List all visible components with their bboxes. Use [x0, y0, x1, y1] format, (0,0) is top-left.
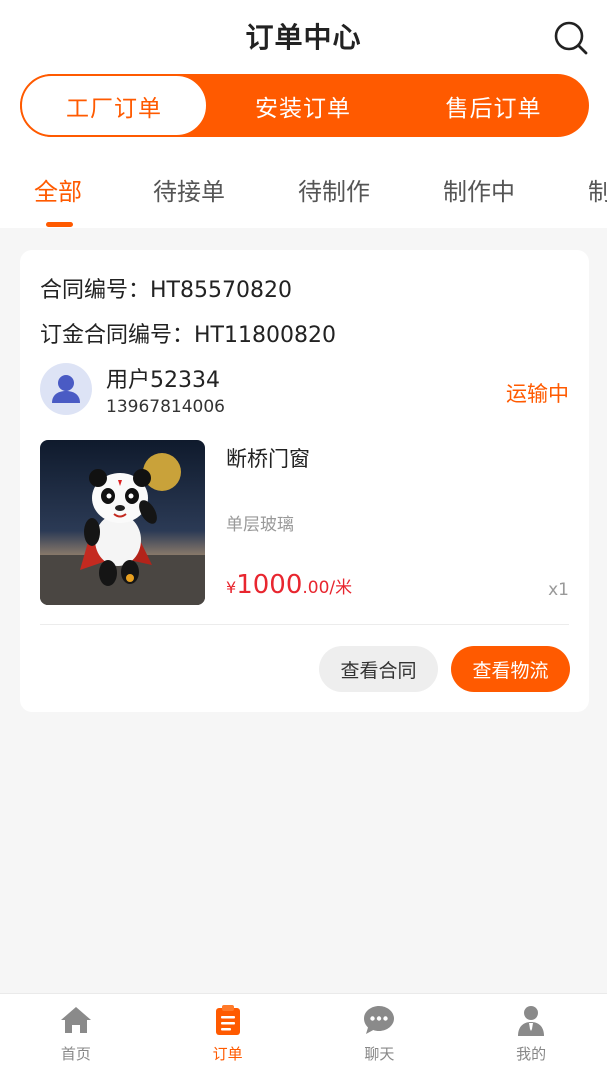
- user-avatar-icon: [52, 375, 80, 403]
- search-icon[interactable]: [553, 20, 589, 56]
- view-contract-button[interactable]: 查看合同: [319, 646, 438, 692]
- product-spec: 单层玻璃: [226, 515, 294, 535]
- tab-next-partial[interactable]: 制: [588, 172, 607, 207]
- tab-all[interactable]: 全部: [34, 172, 82, 207]
- nav-profile-label: 我的: [516, 1045, 547, 1063]
- card-divider: [40, 624, 569, 625]
- nav-chat-label: 聊天: [364, 1045, 395, 1063]
- price-integer: 1000: [236, 570, 303, 600]
- contract-number: 合同编号：HT85570820: [40, 278, 292, 303]
- product-name: 断桥门窗: [226, 447, 310, 471]
- avatar: [40, 363, 92, 415]
- page-title: 订单中心: [245, 21, 362, 54]
- order-type-switcher: 工厂订单 安装订单 售后订单: [20, 74, 589, 137]
- segment-install-orders[interactable]: 安装订单: [208, 74, 398, 137]
- active-tab-indicator: [46, 222, 73, 227]
- nav-orders[interactable]: 订单: [152, 994, 304, 1080]
- product-image[interactable]: [40, 440, 205, 605]
- nav-home[interactable]: 首页: [0, 994, 152, 1080]
- segment-aftersale-orders[interactable]: 售后订单: [398, 74, 589, 137]
- bottom-nav: 首页 订单 聊天 我的: [0, 993, 607, 1080]
- header: 订单中心: [0, 0, 607, 72]
- panda-mascot-image: [40, 440, 205, 605]
- deposit-contract-number: 订金合同编号：HT11800820: [40, 323, 336, 348]
- order-status: 运输中: [506, 382, 569, 406]
- product-price: ¥1000.00/米: [226, 570, 352, 600]
- view-logistics-button[interactable]: 查看物流: [451, 646, 570, 692]
- tab-in-production[interactable]: 制作中: [443, 172, 515, 207]
- tab-pending-accept[interactable]: 待接单: [153, 172, 225, 207]
- user-name: 用户52334: [106, 368, 220, 393]
- status-tabs: 全部 待接单 待制作 制作中 制: [0, 160, 607, 228]
- top-section: 订单中心 工厂订单 安装订单 售后订单 全部 待接单 待制作 制作中 制: [0, 0, 607, 228]
- product-quantity: x1: [548, 580, 569, 600]
- nav-home-label: 首页: [60, 1045, 91, 1063]
- order-card[interactable]: 合同编号：HT85570820 订金合同编号：HT11800820 用户5233…: [20, 250, 589, 712]
- nav-chat[interactable]: 聊天: [304, 994, 456, 1080]
- price-unit: /米: [329, 578, 353, 598]
- price-decimal: .00: [302, 578, 330, 598]
- chat-icon: [364, 1006, 395, 1034]
- price-currency: ¥: [226, 578, 237, 597]
- home-icon: [60, 1007, 91, 1033]
- profile-icon: [518, 1006, 545, 1036]
- nav-orders-label: 订单: [212, 1045, 243, 1063]
- nav-profile[interactable]: 我的: [455, 994, 607, 1080]
- segment-factory-orders[interactable]: 工厂订单: [20, 74, 208, 137]
- tab-pending-production[interactable]: 待制作: [298, 172, 370, 207]
- order-icon: [215, 1005, 240, 1035]
- user-phone: 13967814006: [106, 397, 225, 417]
